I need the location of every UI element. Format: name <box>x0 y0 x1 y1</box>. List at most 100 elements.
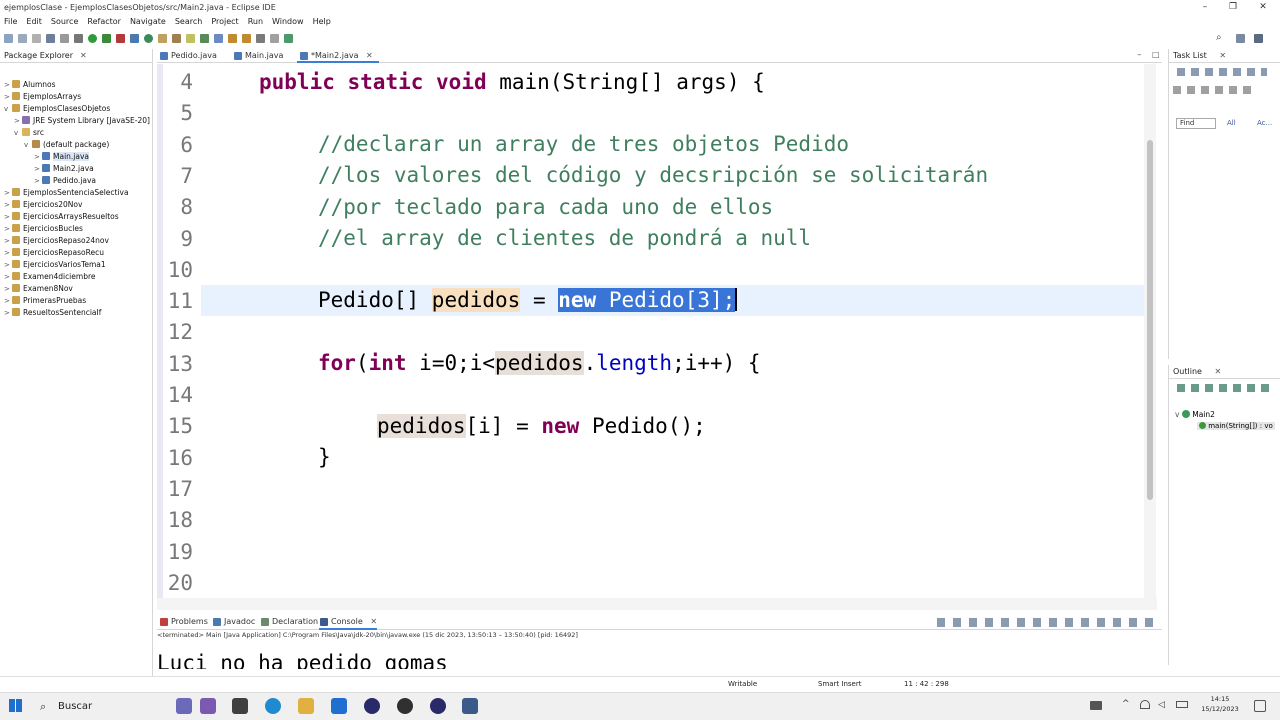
tab-console[interactable]: Console ✕ <box>319 614 378 630</box>
editor-horizontal-scrollbar[interactable] <box>157 598 1157 610</box>
menu-file[interactable]: File <box>4 15 17 29</box>
close-view-icon[interactable]: ✕ <box>1215 367 1222 376</box>
outline-class-item[interactable]: v Main2 <box>1175 410 1215 419</box>
chevron-right-icon[interactable]: > <box>4 235 12 247</box>
tree-item[interactable]: > Examen4diciembre <box>4 271 95 283</box>
maximize-editor-icon[interactable]: □ <box>1152 50 1160 59</box>
tab-problems[interactable]: Problems <box>159 614 208 630</box>
tree-item[interactable]: v EjemplosClasesObjetos <box>4 103 110 115</box>
java-perspective-icon[interactable] <box>1254 34 1263 43</box>
tree-item[interactable]: > EjemplosSentenciaSelectiva <box>4 187 129 199</box>
forward-icon[interactable] <box>270 33 279 43</box>
close-view-icon[interactable]: ✕ <box>80 49 87 63</box>
tree-item[interactable]: > EjemplosArrays <box>4 91 81 103</box>
tab-declaration[interactable]: Declaration <box>260 614 318 630</box>
chevron-up-icon[interactable]: ^ <box>1122 699 1130 709</box>
edge-icon[interactable] <box>265 698 281 714</box>
new-icon[interactable] <box>4 33 13 43</box>
tree-item[interactable]: > JRE System Library [JavaSE-20] <box>14 115 150 127</box>
eclipse-active-icon[interactable] <box>430 698 446 714</box>
notifications-icon[interactable] <box>1254 700 1266 712</box>
chevron-right-icon[interactable]: > <box>34 151 42 163</box>
task-find-input[interactable]: Find <box>1176 118 1216 129</box>
tab-main-java[interactable]: Main.java <box>231 49 289 63</box>
widgets-icon[interactable] <box>200 698 216 714</box>
filter-activate-link[interactable]: Ac... <box>1257 119 1272 127</box>
chevron-right-icon[interactable]: > <box>4 295 12 307</box>
chevron-right-icon[interactable]: > <box>4 259 12 271</box>
external-tools-icon[interactable] <box>116 33 125 43</box>
new-java-project-icon[interactable] <box>130 33 139 43</box>
new-class-icon[interactable] <box>144 33 153 43</box>
chevron-right-icon[interactable]: > <box>4 79 12 91</box>
chevron-right-icon[interactable]: > <box>4 247 12 259</box>
chevron-right-icon[interactable]: > <box>34 175 42 187</box>
open-task-icon[interactable] <box>172 33 181 43</box>
tree-item[interactable]: > Examen8Nov <box>4 283 73 295</box>
chevron-down-icon[interactable]: v <box>14 127 22 139</box>
tree-item[interactable]: > Ejercicios20Nov <box>4 199 82 211</box>
console-output[interactable]: Luci no ha pedido gomas <box>157 641 1157 669</box>
tree-item[interactable]: > EjerciciosVariosTema1 <box>4 259 106 271</box>
chevron-down-icon[interactable]: v <box>4 103 12 115</box>
mark-occurrences-icon[interactable] <box>214 33 223 43</box>
menu-navigate[interactable]: Navigate <box>130 15 166 29</box>
chevron-right-icon[interactable]: > <box>34 163 42 175</box>
file-explorer-icon[interactable] <box>298 698 314 714</box>
windows-start-icon[interactable] <box>9 699 22 712</box>
task-view-icon[interactable] <box>232 698 248 714</box>
chevron-right-icon[interactable]: > <box>4 91 12 103</box>
open-type-icon[interactable] <box>158 33 167 43</box>
run-icon[interactable] <box>88 33 97 43</box>
outline-tab[interactable]: Outline ✕ <box>1169 365 1280 379</box>
pin-editor-icon[interactable] <box>284 33 293 43</box>
save-all-icon[interactable] <box>32 33 41 43</box>
save-icon[interactable] <box>18 33 27 43</box>
tree-item[interactable]: v (default package) <box>24 139 109 151</box>
menu-refactor[interactable]: Refactor <box>87 15 121 29</box>
wifi-icon[interactable] <box>1140 700 1150 709</box>
keyboard-icon[interactable] <box>1090 701 1102 710</box>
chevron-right-icon[interactable]: > <box>4 283 12 295</box>
task-list-actions[interactable] <box>1173 86 1253 94</box>
previous-annotation-icon[interactable] <box>242 33 251 43</box>
tree-item[interactable]: > PrimerasPruebas <box>4 295 86 307</box>
menu-source[interactable]: Source <box>51 15 78 29</box>
open-perspective-icon[interactable] <box>1236 34 1245 43</box>
tree-item[interactable]: > EjerciciosRepaso24nov <box>4 235 109 247</box>
chevron-right-icon[interactable]: > <box>4 211 12 223</box>
tree-item[interactable]: > ResueltosSentenciaIf <box>4 307 101 319</box>
tree-item[interactable]: > Alumnos <box>4 79 56 91</box>
tree-item[interactable]: > EjerciciosRepasoRecu <box>4 247 104 259</box>
next-annotation-icon[interactable] <box>228 33 237 43</box>
close-view-icon[interactable]: ✕ <box>1219 51 1226 60</box>
search-icon[interactable]: ⌕ <box>1216 32 1222 43</box>
terminal-icon[interactable] <box>60 33 69 43</box>
chevron-right-icon[interactable]: > <box>4 223 12 235</box>
close-tab-icon[interactable]: ✕ <box>370 617 377 626</box>
chevron-right-icon[interactable]: > <box>4 187 12 199</box>
back-icon[interactable] <box>256 33 265 43</box>
tree-item[interactable]: > Main.java <box>34 151 90 163</box>
menu-window[interactable]: Window <box>272 15 304 29</box>
task-list-tab[interactable]: Task List ✕ <box>1169 49 1280 63</box>
search-tool-icon[interactable] <box>186 33 195 43</box>
tree-item[interactable]: v src <box>14 127 44 139</box>
volume-icon[interactable]: ◁ <box>1158 700 1165 710</box>
chevron-down-icon[interactable]: v <box>24 139 32 151</box>
filter-all-link[interactable]: All <box>1227 119 1236 127</box>
battery-icon[interactable] <box>1176 701 1188 708</box>
mail-icon[interactable] <box>331 698 347 714</box>
tree-item[interactable]: > Pedido.java <box>34 175 96 187</box>
close-tab-icon[interactable]: ✕ <box>366 51 373 60</box>
maximize-icon[interactable]: ❐ <box>1218 1 1248 14</box>
chevron-right-icon[interactable]: > <box>4 271 12 283</box>
tab-javadoc[interactable]: Javadoc <box>212 614 255 630</box>
copilot-icon[interactable] <box>176 698 192 714</box>
minimize-editor-icon[interactable]: – <box>1137 50 1142 60</box>
tree-item[interactable]: > EjerciciosBucles <box>4 223 83 235</box>
close-icon[interactable]: ✕ <box>1248 1 1278 14</box>
eclipse-icon[interactable] <box>364 698 380 714</box>
github-icon[interactable] <box>397 698 413 714</box>
tab-main2-java[interactable]: *Main2.java ✕ <box>297 49 379 63</box>
